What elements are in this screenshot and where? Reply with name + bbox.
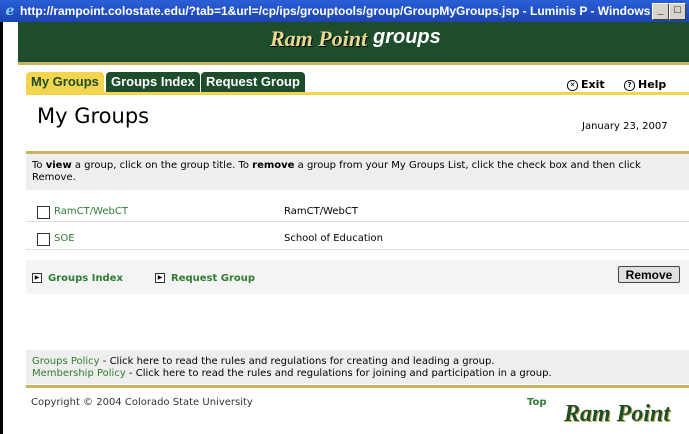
group-name: School of Education [284, 233, 383, 244]
footer-divider [26, 385, 689, 388]
tab-groups-index[interactable]: Groups Index [106, 72, 200, 92]
tab-underline [26, 92, 689, 95]
group-checkbox[interactable] [37, 206, 50, 219]
groups-policy-line: Groups Policy - Click here to read the r… [32, 356, 495, 367]
groups-logo-text: groups [373, 26, 441, 48]
membership-policy-link[interactable]: Membership Policy [32, 368, 126, 379]
instructions-text: To view a group, click on the group titl… [32, 160, 641, 183]
page-title: My Groups [37, 104, 150, 128]
membership-policy-line: Membership Policy - Click here to read t… [32, 368, 552, 379]
top-link[interactable]: Top [527, 397, 547, 408]
remove-button[interactable]: Remove [618, 266, 680, 283]
help-icon: ? [624, 79, 635, 91]
groups-index-link[interactable]: ▶ Groups Index [32, 273, 123, 284]
groups-policy-link[interactable]: Groups Policy [32, 356, 100, 367]
footer-rampoint-logo: Ram Point [564, 401, 671, 427]
request-group-link[interactable]: ▶ Request Group [155, 273, 255, 284]
ie-icon: e [5, 3, 15, 19]
close-icon: ✕ [567, 79, 578, 91]
window-title-bar: e http://rampoint.colostate.edu/?tab=1&u… [0, 0, 689, 22]
group-name: RamCT/WebCT [284, 206, 358, 217]
group-title-link[interactable]: SOE [54, 233, 75, 244]
window-title: http://rampoint.colostate.edu/?tab=1&url… [20, 4, 668, 18]
exit-link[interactable]: ✕ Exit [567, 78, 605, 91]
rampoint-logo[interactable]: Ram Point [270, 26, 367, 52]
actions-bar [26, 260, 689, 294]
window-left-border [0, 22, 16, 434]
arrow-right-icon: ▶ [155, 273, 165, 283]
group-title-link[interactable]: RamCT/WebCT [54, 206, 128, 217]
arrow-right-icon: ▶ [32, 273, 42, 283]
tab-request-group[interactable]: Request Group [201, 72, 305, 92]
header-divider [18, 62, 689, 65]
maximize-button[interactable]: □ [669, 3, 686, 20]
help-label: Help [638, 78, 667, 91]
copyright-text: Copyright © 2004 Colorado State Universi… [31, 397, 253, 408]
exit-label: Exit [581, 78, 605, 91]
tab-my-groups[interactable]: My Groups [26, 72, 104, 92]
help-link[interactable]: ? Help [624, 78, 666, 91]
minimize-button[interactable]: _ [652, 3, 669, 20]
page-date: January 23, 2007 [582, 121, 668, 132]
group-checkbox[interactable] [37, 233, 50, 246]
